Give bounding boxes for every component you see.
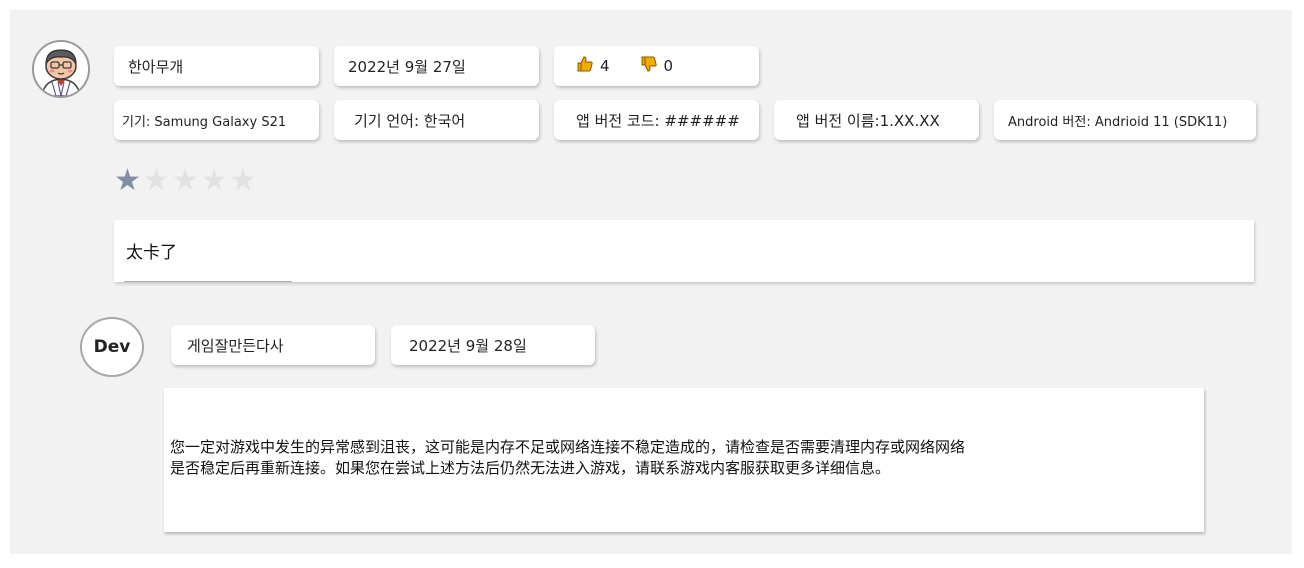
- reply-date-label: 2022년 9월 28일: [409, 336, 527, 355]
- reply-author: 게임잘만든다사: [171, 325, 375, 365]
- app-version-code-chip: 앱 버전 코드: ######: [554, 100, 759, 140]
- review-author-label: 한아무개: [128, 57, 184, 76]
- thumb-up-icon[interactable]: [576, 55, 594, 77]
- star-icon: ★: [229, 163, 257, 198]
- dislike-count: 0: [663, 57, 674, 75]
- device-label: 기기: Samung Galaxy S21: [122, 114, 287, 130]
- review-reactions: 4 0: [554, 46, 759, 86]
- star-icon: ★: [171, 163, 199, 198]
- review-text: 太卡了: [126, 243, 177, 263]
- thumb-down-icon[interactable]: [640, 55, 658, 77]
- app-version-code-label: 앱 버전 코드: ######: [576, 111, 740, 130]
- device-chip: 기기: Samung Galaxy S21: [114, 100, 319, 140]
- star-icon: ★: [200, 163, 228, 198]
- reply-text-line-2: 是否稳定后再重新连接。如果您在尝试上述方法后仍然无法进入游戏，请联系游戏内客服获…: [170, 459, 891, 477]
- language-chip: 기기 언어: 한국어: [334, 100, 539, 140]
- dev-badge: Dev: [80, 317, 144, 377]
- star-icon: ★: [114, 163, 141, 198]
- review-date-label: 2022년 9월 27일: [348, 57, 466, 76]
- review-text-underline: [124, 281, 292, 282]
- reply-author-label: 게임잘만든다사: [187, 336, 284, 355]
- user-avatar-icon: [34, 42, 88, 96]
- reply-text-line-1: 您一定对游戏中发生的异常感到沮丧，这可能是内存不足或网络连接不稳定造成的，请检查…: [170, 438, 966, 456]
- review-date: 2022년 9월 27일: [334, 46, 539, 86]
- reply-date: 2022년 9월 28일: [391, 325, 595, 365]
- rating-stars: ★ ★ ★ ★ ★: [114, 164, 257, 198]
- android-version-chip: Android 버전: Andrioid 11 (SDK11): [994, 100, 1256, 140]
- like-count: 4: [600, 57, 610, 75]
- reply-text-box: 您一定对游戏中发生的异常感到沮丧，这可能是内存不足或网络连接不稳定造成的，请检查…: [164, 388, 1204, 532]
- review-author: 한아무개: [114, 46, 319, 86]
- review-text-box: 太卡了: [114, 220, 1254, 282]
- language-label: 기기 언어: 한국어: [354, 111, 466, 130]
- star-icon: ★: [142, 163, 170, 198]
- dev-badge-label: Dev: [93, 337, 131, 357]
- user-avatar: [32, 40, 90, 98]
- app-version-name-chip: 앱 버전 이름:1.XX.XX: [774, 100, 979, 140]
- android-version-label: Android 버전: Andrioid 11 (SDK11): [1008, 114, 1228, 130]
- app-version-name-label: 앱 버전 이름:1.XX.XX: [796, 111, 940, 130]
